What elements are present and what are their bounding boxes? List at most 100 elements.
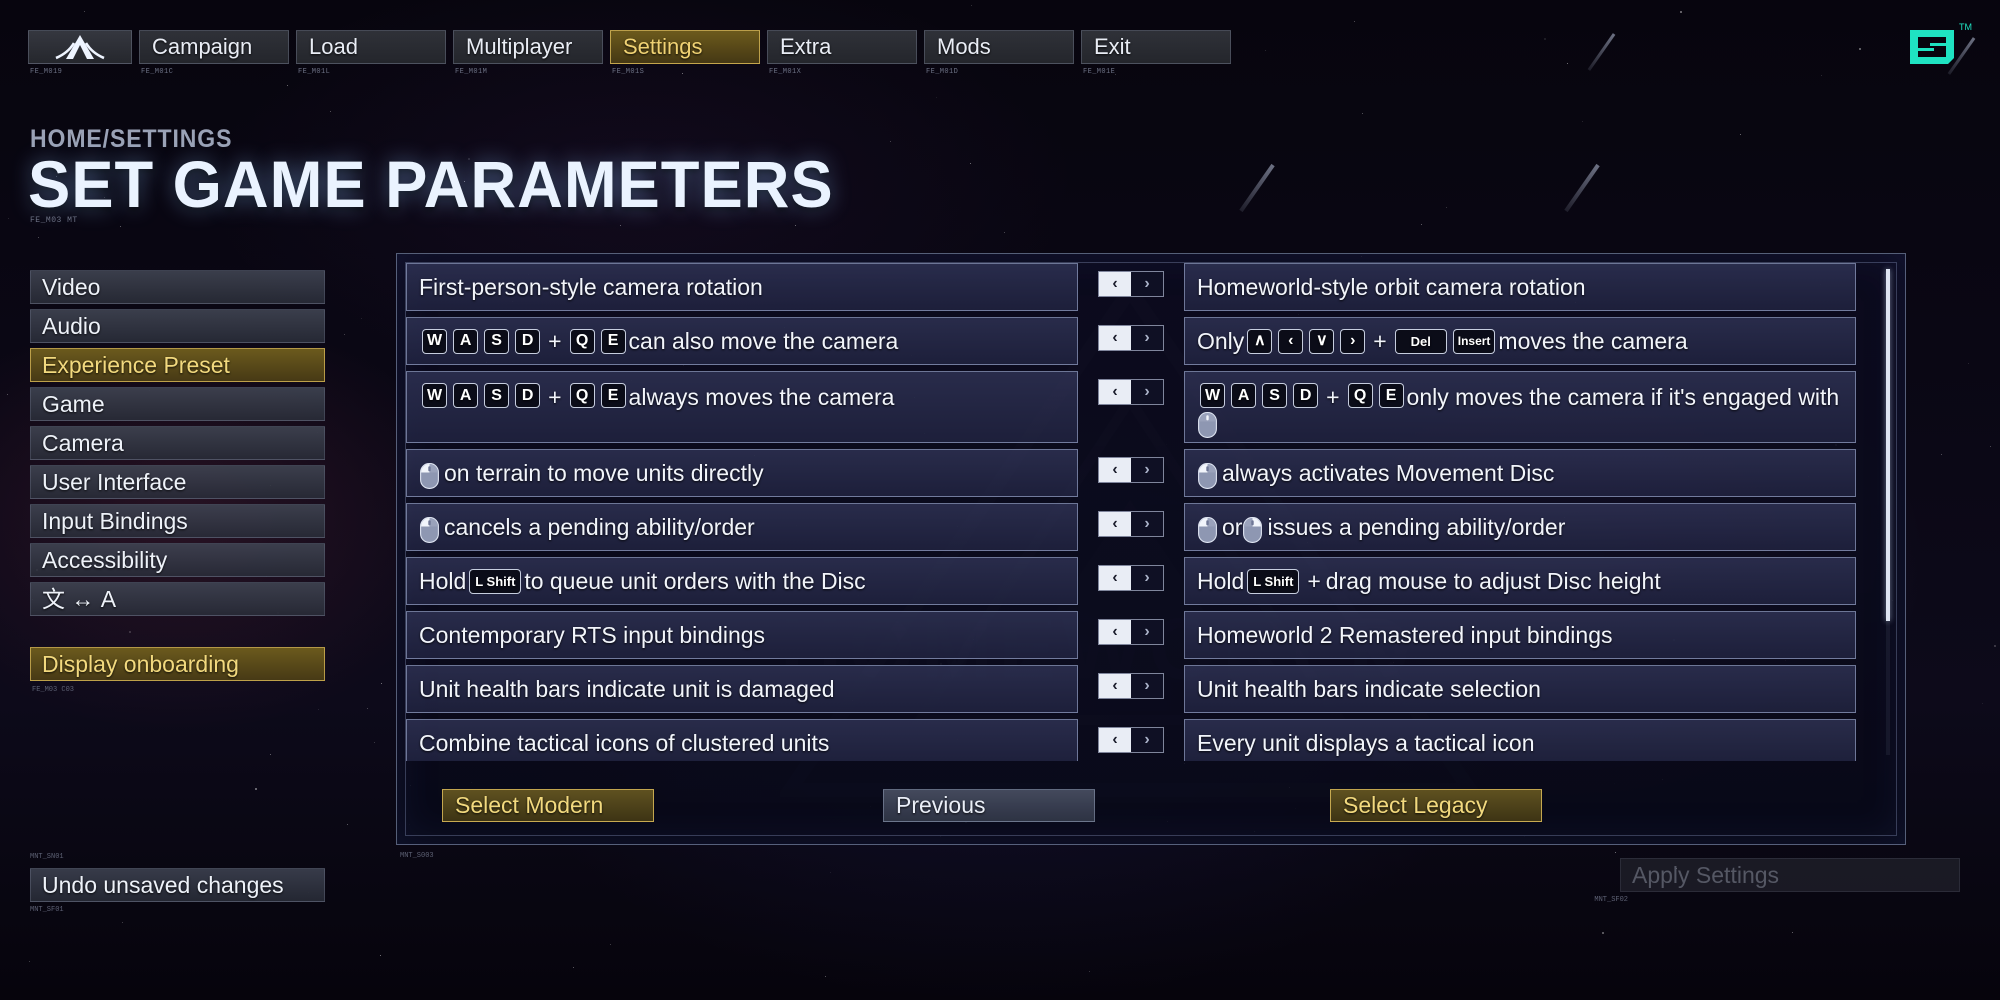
nav-button-load[interactable]: Load bbox=[296, 30, 446, 64]
mouse-left-button-icon bbox=[1198, 463, 1217, 490]
nav-item-mods[interactable]: Mods FE_M01D bbox=[924, 30, 1074, 76]
mouse-middle-button-icon bbox=[1198, 412, 1217, 439]
option-text: Combine tactical icons of clustered unit… bbox=[419, 730, 830, 757]
preset-option-left[interactable]: cancels a pending ability/order bbox=[406, 503, 1078, 552]
sidebar-item-language-toggle[interactable]: 文 ↔ A bbox=[30, 582, 325, 616]
keycap-w: W bbox=[422, 328, 448, 354]
preset-option-right[interactable]: always activates Movement Disc bbox=[1184, 449, 1856, 498]
page-title-code: FE_M03 MT bbox=[30, 216, 78, 225]
panel-scrollbar[interactable] bbox=[1886, 269, 1890, 755]
previous-button[interactable]: Previous bbox=[883, 789, 1095, 822]
toggle-left-arrow-icon[interactable]: ‹ bbox=[1099, 620, 1131, 645]
sidebar-item-audio[interactable]: Audio bbox=[30, 309, 325, 343]
preset-option-right[interactable]: Homeworld-style orbit camera rotation bbox=[1184, 263, 1856, 312]
preset-toggle[interactable]: ‹ › bbox=[1098, 511, 1164, 538]
preset-toggle[interactable]: ‹ › bbox=[1098, 379, 1164, 406]
nav-home-logo-button[interactable] bbox=[28, 30, 132, 64]
settings-category-sidebar: Video Audio Experience Preset Game Camer… bbox=[30, 270, 325, 694]
nav-button-extra[interactable]: Extra bbox=[767, 30, 917, 64]
preset-option-left[interactable]: W A S D + Q E can also move the camera bbox=[406, 317, 1078, 366]
page-title: SET GAME PARAMETERS bbox=[28, 147, 834, 221]
toggle-right-arrow-icon[interactable]: › bbox=[1131, 380, 1163, 405]
plus-separator: + bbox=[548, 328, 562, 355]
sidebar-item-video[interactable]: Video bbox=[30, 270, 325, 304]
preset-toggle[interactable]: ‹ › bbox=[1098, 619, 1164, 646]
keycap-a: A bbox=[453, 383, 479, 409]
toggle-left-arrow-icon[interactable]: ‹ bbox=[1099, 326, 1131, 351]
toggle-right-arrow-icon[interactable]: › bbox=[1131, 272, 1163, 296]
select-modern-button[interactable]: Select Modern bbox=[442, 789, 654, 822]
preset-toggle[interactable]: ‹ › bbox=[1098, 271, 1164, 297]
nav-item-settings[interactable]: Settings FE_M01S bbox=[610, 30, 760, 76]
preset-toggle[interactable]: ‹ › bbox=[1098, 727, 1164, 754]
toggle-left-arrow-icon[interactable]: ‹ bbox=[1099, 512, 1131, 537]
preset-option-left[interactable]: Contemporary RTS input bindings bbox=[406, 611, 1078, 660]
toggle-right-arrow-icon[interactable]: › bbox=[1131, 458, 1163, 483]
sidebar-item-camera[interactable]: Camera bbox=[30, 426, 325, 460]
nav-item-multiplayer[interactable]: Multiplayer FE_M01M bbox=[453, 30, 603, 76]
toggle-right-arrow-icon[interactable]: › bbox=[1131, 512, 1163, 537]
nav-item-logo[interactable]: FE_M019 bbox=[28, 30, 132, 76]
sidebar-onboarding-code: FE_M03 C03 bbox=[32, 686, 75, 694]
sidebar-item-experience-preset[interactable]: Experience Preset bbox=[30, 348, 325, 382]
preset-option-right[interactable]: W A S D + Q E only moves the camera if it's en… bbox=[1184, 371, 1856, 444]
sidebar-item-display-onboarding[interactable]: Display onboarding bbox=[30, 647, 325, 681]
scrollbar-thumb[interactable] bbox=[1886, 269, 1890, 621]
preset-toggle[interactable]: ‹ › bbox=[1098, 325, 1164, 352]
preset-option-right[interactable]: Only ∧ ‹ ∨ › + Del Insert moves the camera bbox=[1184, 317, 1856, 366]
preset-toggle[interactable]: ‹ › bbox=[1098, 673, 1164, 700]
preset-toggle[interactable]: ‹ › bbox=[1098, 457, 1164, 484]
keycap-a: A bbox=[453, 328, 479, 354]
mouse-right-button-icon bbox=[1243, 517, 1263, 544]
toggle-right-arrow-icon[interactable]: › bbox=[1131, 326, 1163, 351]
preset-toggle[interactable]: ‹ › bbox=[1098, 565, 1164, 592]
nav-button-exit[interactable]: Exit bbox=[1081, 30, 1231, 64]
sidebar-item-user-interface[interactable]: User Interface bbox=[30, 465, 325, 499]
toggle-left-arrow-icon[interactable]: ‹ bbox=[1099, 272, 1131, 296]
apply-settings-button[interactable]: Apply Settings bbox=[1620, 858, 1960, 892]
keycap-d: D bbox=[515, 328, 541, 354]
toggle-right-arrow-icon[interactable]: › bbox=[1131, 620, 1163, 645]
nav-item-campaign[interactable]: Campaign FE_M01C bbox=[139, 30, 289, 76]
plus-separator: + bbox=[1326, 384, 1340, 411]
preset-option-left[interactable]: Combine tactical icons of clustered unit… bbox=[406, 719, 1078, 761]
nav-button-multiplayer[interactable]: Multiplayer bbox=[453, 30, 603, 64]
preset-option-right[interactable]: Every unit displays a tactical icon bbox=[1184, 719, 1856, 761]
preset-option-right[interactable]: Unit health bars indicate selection bbox=[1184, 665, 1856, 714]
option-text: always activates Movement Disc bbox=[1222, 460, 1555, 487]
plus-separator: + bbox=[548, 384, 562, 411]
toggle-right-arrow-icon[interactable]: › bbox=[1131, 674, 1163, 699]
undo-unsaved-changes-button[interactable]: Undo unsaved changes bbox=[30, 868, 325, 902]
preset-option-right[interactable]: or issues a pending ability/order bbox=[1184, 503, 1856, 552]
nav-button-mods[interactable]: Mods bbox=[924, 30, 1074, 64]
preset-option-right[interactable]: Hold L Shift + drag mouse to adjust Disc … bbox=[1184, 557, 1856, 606]
toggle-left-arrow-icon[interactable]: ‹ bbox=[1099, 458, 1131, 483]
preset-option-left[interactable]: First-person-style camera rotation bbox=[406, 263, 1078, 312]
nav-item-load[interactable]: Load FE_M01L bbox=[296, 30, 446, 76]
nav-item-exit[interactable]: Exit FE_M01E bbox=[1081, 30, 1231, 76]
keycap--: ∧ bbox=[1247, 328, 1273, 354]
preset-option-left[interactable]: Hold L Shift to queue unit orders with t… bbox=[406, 557, 1078, 606]
preset-option-right[interactable]: Homeworld 2 Remastered input bindings bbox=[1184, 611, 1856, 660]
toggle-right-arrow-icon[interactable]: › bbox=[1131, 566, 1163, 591]
keycap--: ∨ bbox=[1309, 328, 1335, 354]
sidebar-item-accessibility[interactable]: Accessibility bbox=[30, 543, 325, 577]
toggle-left-arrow-icon[interactable]: ‹ bbox=[1099, 566, 1131, 591]
toggle-right-arrow-icon[interactable]: › bbox=[1131, 728, 1163, 753]
nav-button-campaign[interactable]: Campaign bbox=[139, 30, 289, 64]
nav-code-multiplayer: FE_M01M bbox=[455, 68, 488, 76]
toggle-left-arrow-icon[interactable]: ‹ bbox=[1099, 380, 1131, 405]
toggle-left-arrow-icon[interactable]: ‹ bbox=[1099, 728, 1131, 753]
toggle-left-arrow-icon[interactable]: ‹ bbox=[1099, 674, 1131, 699]
select-legacy-button[interactable]: Select Legacy bbox=[1330, 789, 1542, 822]
nav-item-extra[interactable]: Extra FE_M01X bbox=[767, 30, 917, 76]
sidebar-item-input-bindings[interactable]: Input Bindings bbox=[30, 504, 325, 538]
preset-option-left[interactable]: Unit health bars indicate unit is damage… bbox=[406, 665, 1078, 714]
nav-button-settings[interactable]: Settings bbox=[610, 30, 760, 64]
sidebar-item-game[interactable]: Game bbox=[30, 387, 325, 421]
preset-option-left[interactable]: W A S D + Q E always moves the camera bbox=[406, 371, 1078, 444]
keycap-e: E bbox=[600, 328, 626, 354]
panel-code: MNT_S003 bbox=[400, 852, 434, 860]
preset-option-left[interactable]: on terrain to move units directly bbox=[406, 449, 1078, 498]
trademark-label: TM bbox=[1959, 22, 1972, 32]
